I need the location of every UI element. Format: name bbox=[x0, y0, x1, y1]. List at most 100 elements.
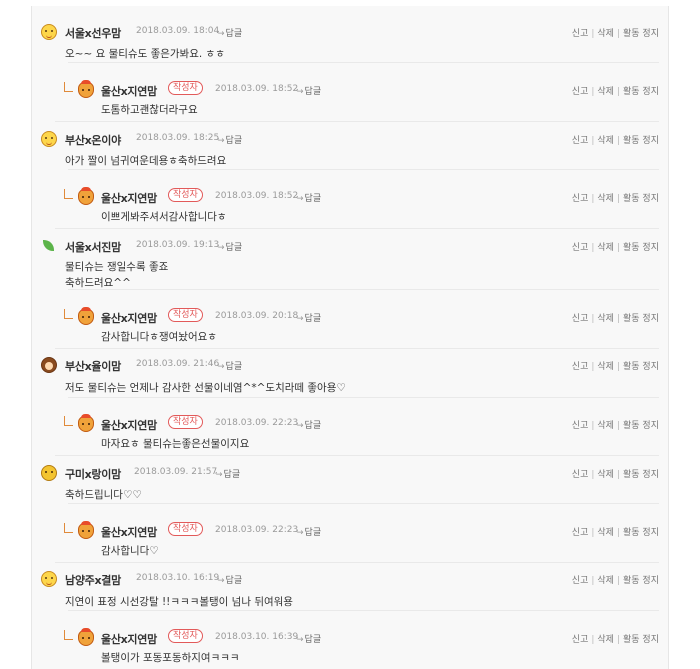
reply-button[interactable]: ↪답글 bbox=[296, 191, 321, 204]
delete-link[interactable]: 삭제 bbox=[597, 528, 614, 538]
author-nickname[interactable]: 울산x지연맘 bbox=[101, 83, 157, 99]
comment-text: 이쁘게봐주셔서감사합니다ㅎ bbox=[101, 211, 227, 223]
avatar[interactable] bbox=[78, 307, 94, 325]
comment-text: 물티슈는 쟁일수록 좋죠 축하드려요^^ bbox=[65, 261, 169, 289]
avatar[interactable] bbox=[41, 571, 57, 587]
avatar[interactable] bbox=[41, 465, 57, 481]
author-nickname[interactable]: 부산x율이맘 bbox=[65, 358, 121, 374]
reply-arrow-icon: ↪ bbox=[217, 136, 225, 146]
divider bbox=[68, 503, 659, 504]
reply-button[interactable]: ↪답글 bbox=[296, 632, 321, 645]
delete-link[interactable]: 삭제 bbox=[597, 362, 614, 372]
reply-button[interactable]: ↪답글 bbox=[296, 84, 321, 97]
ban-link[interactable]: 활동 정지 bbox=[623, 29, 659, 39]
report-link[interactable]: 신고 bbox=[572, 87, 589, 97]
reply-arrow-icon: ↪ bbox=[217, 362, 225, 372]
reply-button[interactable]: ↪답글 bbox=[217, 573, 242, 586]
reply-arrow-icon: ↪ bbox=[296, 421, 304, 431]
divider bbox=[55, 562, 659, 563]
report-link[interactable]: 신고 bbox=[572, 136, 589, 146]
reply-button[interactable]: ↪답글 bbox=[296, 525, 321, 538]
reply-button[interactable]: ↪답글 bbox=[217, 133, 242, 146]
divider bbox=[55, 121, 659, 122]
avatar[interactable] bbox=[78, 80, 94, 98]
comment-text: 감사합니다ㅎ쟁여놨어요ㅎ bbox=[101, 331, 217, 343]
comment-date: 2018.03.09. 19:13 bbox=[136, 240, 220, 250]
avatar[interactable] bbox=[78, 414, 94, 432]
avatar[interactable] bbox=[78, 187, 94, 205]
avatar[interactable] bbox=[41, 357, 57, 373]
delete-link[interactable]: 삭제 bbox=[597, 243, 614, 253]
ban-link[interactable]: 활동 정지 bbox=[623, 635, 659, 645]
comment-actions: 신고 | 삭제 | 활동 정지 bbox=[571, 136, 659, 146]
comment-actions: 신고 | 삭제 | 활동 정지 bbox=[571, 29, 659, 39]
report-link[interactable]: 신고 bbox=[572, 635, 589, 645]
reply-indent-icon bbox=[64, 630, 73, 640]
delete-link[interactable]: 삭제 bbox=[597, 194, 614, 204]
reply-button[interactable]: ↪답글 bbox=[217, 240, 242, 253]
reply-arrow-icon: ↪ bbox=[296, 87, 304, 97]
ban-link[interactable]: 활동 정지 bbox=[623, 362, 659, 372]
avatar-leaf-icon[interactable] bbox=[41, 238, 57, 254]
report-link[interactable]: 신고 bbox=[572, 470, 589, 480]
avatar[interactable] bbox=[41, 24, 57, 40]
author-badge: 작성자 bbox=[168, 415, 203, 429]
comment-date: 2018.03.10. 16:19 bbox=[136, 573, 220, 583]
reply-button[interactable]: ↪답글 bbox=[217, 26, 242, 39]
report-link[interactable]: 신고 bbox=[572, 576, 589, 586]
author-nickname[interactable]: 서울x서진맘 bbox=[65, 239, 121, 255]
author-nickname[interactable]: 울산x지연맘 bbox=[101, 631, 157, 647]
author-nickname[interactable]: 부산x온이야 bbox=[65, 132, 121, 148]
avatar[interactable] bbox=[78, 628, 94, 646]
report-link[interactable]: 신고 bbox=[572, 362, 589, 372]
comment-actions: 신고 | 삭제 | 활동 정지 bbox=[571, 421, 659, 431]
author-nickname[interactable]: 울산x지연맘 bbox=[101, 417, 157, 433]
delete-link[interactable]: 삭제 bbox=[597, 136, 614, 146]
ban-link[interactable]: 활동 정지 bbox=[623, 576, 659, 586]
divider bbox=[68, 169, 659, 170]
author-nickname[interactable]: 서울x선우맘 bbox=[65, 25, 121, 41]
report-link[interactable]: 신고 bbox=[572, 29, 589, 39]
delete-link[interactable]: 삭제 bbox=[597, 314, 614, 324]
comment-text: 오~~ 요 물티슈도 좋은가봐요. ㅎㅎ bbox=[65, 48, 225, 60]
reply-arrow-icon: ↪ bbox=[217, 29, 225, 39]
reply-button[interactable]: ↪답글 bbox=[296, 311, 321, 324]
author-nickname[interactable]: 구미x랑이맘 bbox=[65, 466, 121, 482]
comment-actions: 신고 | 삭제 | 활동 정지 bbox=[571, 362, 659, 372]
reply-button[interactable]: ↪답글 bbox=[215, 467, 240, 480]
ban-link[interactable]: 활동 정지 bbox=[623, 136, 659, 146]
delete-link[interactable]: 삭제 bbox=[597, 470, 614, 480]
ban-link[interactable]: 활동 정지 bbox=[623, 314, 659, 324]
author-badge: 작성자 bbox=[168, 522, 203, 536]
reply-button[interactable]: ↪답글 bbox=[217, 359, 242, 372]
ban-link[interactable]: 활동 정지 bbox=[623, 87, 659, 97]
author-nickname[interactable]: 울산x지연맘 bbox=[101, 310, 157, 326]
reply-indent-icon bbox=[64, 82, 73, 92]
avatar[interactable] bbox=[41, 131, 57, 147]
delete-link[interactable]: 삭제 bbox=[597, 421, 614, 431]
delete-link[interactable]: 삭제 bbox=[597, 87, 614, 97]
comment-actions: 신고 | 삭제 | 활동 정지 bbox=[571, 470, 659, 480]
report-link[interactable]: 신고 bbox=[572, 421, 589, 431]
ban-link[interactable]: 활동 정지 bbox=[623, 243, 659, 253]
comment-text: 축하드립니다♡♡ bbox=[65, 489, 142, 501]
reply-button[interactable]: ↪답글 bbox=[296, 418, 321, 431]
author-nickname[interactable]: 울산x지연맘 bbox=[101, 190, 157, 206]
author-nickname[interactable]: 남양주x결맘 bbox=[65, 572, 121, 588]
delete-link[interactable]: 삭제 bbox=[597, 635, 614, 645]
author-nickname[interactable]: 울산x지연맘 bbox=[101, 524, 157, 540]
delete-link[interactable]: 삭제 bbox=[597, 576, 614, 586]
comment-text: 지연이 표정 시선강탈 !!ㅋㅋㅋ볼탱이 넘나 뒤여워용 bbox=[65, 596, 293, 608]
ban-link[interactable]: 활동 정지 bbox=[623, 528, 659, 538]
report-link[interactable]: 신고 bbox=[572, 194, 589, 204]
ban-link[interactable]: 활동 정지 bbox=[623, 470, 659, 480]
reply-arrow-icon: ↪ bbox=[296, 194, 304, 204]
comment-list: 서울x선우맘 2018.03.09. 18:04 ↪답글 신고 | 삭제 | 활동 정지… bbox=[31, 6, 669, 669]
delete-link[interactable]: 삭제 bbox=[597, 29, 614, 39]
report-link[interactable]: 신고 bbox=[572, 243, 589, 253]
report-link[interactable]: 신고 bbox=[572, 528, 589, 538]
avatar[interactable] bbox=[78, 521, 94, 539]
ban-link[interactable]: 활동 정지 bbox=[623, 421, 659, 431]
report-link[interactable]: 신고 bbox=[572, 314, 589, 324]
ban-link[interactable]: 활동 정지 bbox=[623, 194, 659, 204]
